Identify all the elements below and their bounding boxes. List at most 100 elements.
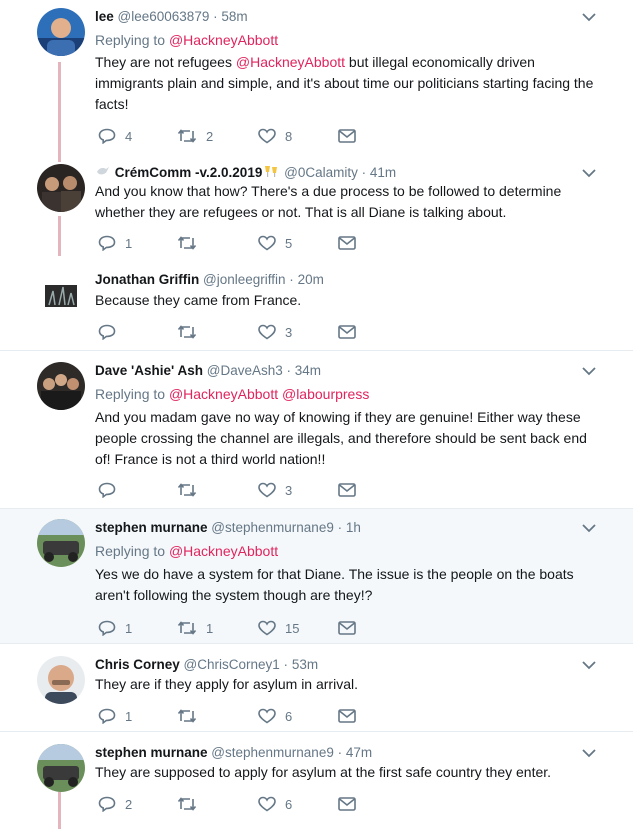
chevron-down-icon[interactable] (582, 366, 596, 376)
reply-button[interactable] (98, 480, 125, 500)
retweet-button[interactable] (177, 233, 206, 253)
message-button[interactable] (338, 618, 356, 638)
retweet-button[interactable]: 2 (177, 126, 213, 146)
like-button[interactable]: 6 (258, 794, 292, 814)
separator-dot: · (289, 272, 294, 287)
avatar[interactable] (37, 744, 85, 792)
timestamp[interactable]: 58m (221, 9, 247, 24)
message-button[interactable] (338, 233, 356, 253)
avatar[interactable] (43, 277, 79, 313)
user-handle[interactable]: @lee60063879 (118, 9, 210, 24)
user-handle[interactable]: @stephenmurnane9 (211, 520, 334, 535)
reply-button[interactable]: 1 (98, 233, 132, 253)
divider (0, 643, 633, 644)
tweet-actions: 1 5 (95, 233, 375, 253)
chevron-down-icon[interactable] (582, 168, 596, 178)
mention-link[interactable]: @HackneyAbbott (236, 54, 345, 70)
separator-dot: · (361, 165, 367, 181)
reply-icon (98, 235, 116, 251)
display-name[interactable]: Chris Corney (95, 657, 180, 672)
reply-count: 1 (125, 620, 133, 636)
reply-icon (98, 482, 116, 498)
tweet-text: Because they came from France. (95, 292, 302, 308)
reply-icon (98, 324, 116, 340)
retweet-button[interactable] (177, 794, 206, 814)
retweet-button[interactable] (177, 706, 206, 726)
chevron-down-icon[interactable] (582, 660, 596, 670)
separator-dot: · (213, 9, 218, 24)
replying-label: Replying to (95, 32, 166, 48)
avatar[interactable] (37, 164, 85, 212)
reply-count: 2 (125, 796, 133, 812)
mention-link[interactable]: @labourpress (282, 386, 369, 402)
timestamp[interactable]: 53m (292, 657, 318, 672)
display-name[interactable]: Jonathan Griffin (95, 272, 199, 287)
reply-button[interactable]: 4 (98, 126, 132, 146)
like-button[interactable]: 5 (258, 233, 292, 253)
reply-icon (98, 708, 116, 724)
user-handle[interactable]: @0Calamity (284, 165, 358, 180)
reply-button[interactable]: 1 (98, 618, 132, 638)
divider (0, 731, 633, 732)
retweet-icon (177, 621, 197, 635)
timestamp[interactable]: 41m (370, 165, 396, 180)
timestamp[interactable]: 34m (295, 363, 321, 378)
chevron-down-icon[interactable] (582, 523, 596, 533)
avatar[interactable] (37, 519, 85, 567)
user-handle[interactable]: @stephenmurnane9 (211, 745, 334, 760)
reply-button[interactable]: 2 (98, 794, 132, 814)
avatar[interactable] (37, 362, 85, 410)
message-button[interactable] (338, 126, 356, 146)
display-name[interactable]: Dave 'Ashie' Ash (95, 363, 203, 378)
user-handle[interactable]: @DaveAsh3 (207, 363, 283, 378)
message-button[interactable] (338, 480, 356, 500)
like-count: 15 (285, 620, 300, 636)
mention-link[interactable]: @HackneyAbbott (169, 32, 278, 48)
reply-icon (98, 128, 116, 144)
message-button[interactable] (338, 706, 356, 726)
timestamp[interactable]: 1h (346, 520, 361, 535)
message-button[interactable] (338, 322, 356, 342)
message-button[interactable] (338, 794, 356, 814)
retweet-button[interactable] (177, 322, 206, 342)
reply-icon (98, 620, 116, 636)
display-name[interactable]: stephen murnane (95, 745, 208, 760)
replying-label: Replying to (95, 386, 166, 402)
retweet-button[interactable]: 1 (177, 618, 213, 638)
reply-button[interactable]: 1 (98, 706, 132, 726)
tweet-actions: 3 (95, 480, 375, 500)
replying-to: Replying to @HackneyAbbott (95, 31, 278, 49)
avatar[interactable] (37, 656, 85, 704)
mention-link[interactable]: @HackneyAbbott (169, 543, 278, 559)
display-name[interactable]: CrémComm -v.2.0.2019 (115, 165, 263, 180)
like-button[interactable]: 3 (258, 480, 292, 500)
chevron-down-icon[interactable] (582, 12, 596, 22)
like-button[interactable]: 3 (258, 322, 292, 342)
tweet-actions: 3 (95, 322, 375, 342)
reply-button[interactable] (98, 322, 125, 342)
avatar[interactable] (37, 8, 85, 56)
like-button[interactable]: 8 (258, 126, 292, 146)
like-button[interactable]: 15 (258, 618, 299, 638)
display-name[interactable]: stephen murnane (95, 520, 208, 535)
thread-line (58, 216, 61, 256)
retweet-button[interactable] (177, 480, 206, 500)
heart-icon (258, 796, 276, 812)
separator-dot: · (337, 520, 343, 535)
mention-link[interactable]: @HackneyAbbott (169, 386, 278, 402)
tweet-text: And you know that how? There's a due pro… (95, 183, 562, 220)
timestamp[interactable]: 20m (298, 272, 324, 287)
display-name[interactable]: lee (95, 9, 114, 24)
envelope-icon (338, 483, 356, 497)
divider (0, 350, 633, 351)
retweet-icon (177, 236, 197, 250)
envelope-icon (338, 621, 356, 635)
chevron-down-icon[interactable] (582, 748, 596, 758)
user-handle[interactable]: @ChrisCorney1 (184, 657, 280, 672)
heart-icon (258, 324, 276, 340)
user-handle[interactable]: @jonleegriffin (203, 272, 286, 287)
timestamp[interactable]: 47m (346, 745, 372, 760)
like-button[interactable]: 6 (258, 706, 292, 726)
heart-icon (258, 128, 276, 144)
like-count: 6 (285, 708, 293, 724)
